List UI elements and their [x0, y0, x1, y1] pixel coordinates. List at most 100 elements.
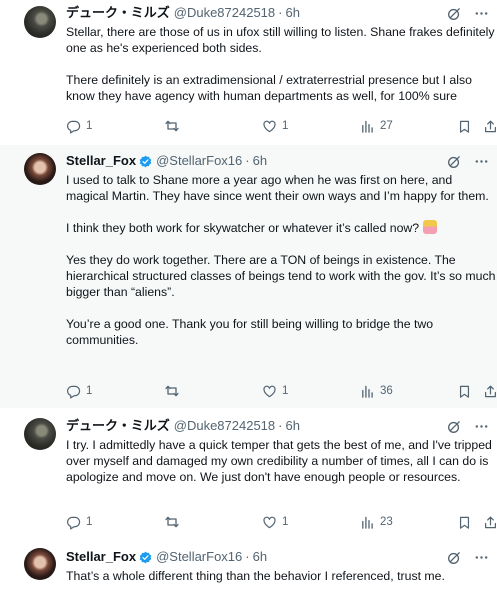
user-handle[interactable]: @StellarFox16 — [156, 549, 242, 565]
verified-badge-icon — [139, 155, 152, 168]
retweet-button[interactable] — [164, 118, 185, 134]
share-icon — [483, 119, 497, 134]
like-button[interactable]: 1 — [262, 384, 288, 399]
bookmark-icon — [457, 119, 472, 134]
reply-button[interactable]: 1 — [66, 515, 92, 530]
action-bar: 1 1 36 — [66, 383, 489, 399]
tweet-paragraph: I used to talk to Shane more a year ago … — [66, 173, 489, 203]
retweet-icon — [164, 118, 180, 134]
reply-icon — [66, 384, 81, 399]
shrug-emoji-icon — [422, 220, 437, 234]
bookmark-button[interactable] — [457, 384, 472, 399]
bookmark-icon — [457, 515, 472, 530]
display-name[interactable]: Stellar_Fox — [66, 549, 136, 565]
verified-badge-icon — [139, 551, 152, 564]
header-actions — [447, 549, 489, 565]
more-icon[interactable] — [474, 154, 489, 169]
reply-button[interactable]: 1 — [66, 119, 92, 134]
grok-icon[interactable] — [447, 154, 462, 169]
share-icon — [483, 515, 497, 530]
views-button[interactable]: 27 — [360, 119, 393, 134]
retweet-button[interactable] — [164, 383, 185, 399]
tweet[interactable]: デューク・ミルズ @Duke87242518 · 6h I try. I adm… — [0, 408, 497, 542]
more-icon[interactable] — [474, 6, 489, 21]
header-actions — [447, 418, 489, 434]
tweet-paragraph: There definitely is an extradimensional … — [66, 73, 472, 103]
like-button[interactable]: 1 — [262, 515, 288, 530]
tweet[interactable]: Stellar_Fox @StellarFox16 · 6h That’s a … — [0, 542, 497, 597]
action-bar: 1 1 27 — [66, 118, 489, 134]
share-button[interactable] — [483, 119, 497, 134]
heart-icon — [262, 515, 277, 530]
display-name[interactable]: Stellar_Fox — [66, 153, 136, 169]
timestamp[interactable]: 6h — [285, 418, 299, 434]
tweet-paragraph: That’s a whole different thing than the … — [66, 569, 445, 583]
reply-button[interactable]: 1 — [66, 384, 92, 399]
tweet-paragraph: Yes they do work together. There are a T… — [66, 253, 496, 299]
separator: · — [245, 153, 250, 168]
avatar[interactable] — [24, 418, 56, 450]
header-actions — [447, 153, 489, 169]
tweet-paragraph: I try. I admittedly have a quick temper … — [66, 438, 492, 484]
views-button[interactable]: 36 — [360, 384, 393, 399]
timestamp[interactable]: 6h — [285, 5, 299, 21]
header-actions — [447, 5, 489, 21]
reply-icon — [66, 515, 81, 530]
user-handle[interactable]: @Duke87242518 — [174, 418, 275, 434]
display-name[interactable]: デューク・ミルズ — [66, 418, 170, 434]
grok-icon[interactable] — [447, 419, 462, 434]
tweet-paragraph: Stellar, there are those of us in ufox s… — [66, 25, 495, 55]
bookmark-icon — [457, 384, 472, 399]
bookmark-button[interactable] — [457, 515, 472, 530]
reply-count: 1 — [86, 385, 93, 397]
timestamp[interactable]: 6h — [253, 153, 267, 169]
tweet-header: デューク・ミルズ @Duke87242518 · 6h — [66, 5, 300, 21]
tweet-paragraph: I think they both work for skywatcher or… — [66, 220, 496, 236]
avatar[interactable] — [24, 153, 56, 185]
display-name[interactable]: デューク・ミルズ — [66, 5, 170, 21]
grok-icon[interactable] — [447, 550, 462, 565]
views-button[interactable]: 23 — [360, 515, 393, 530]
tweet-text: I used to talk to Shane more a year ago … — [66, 172, 496, 348]
action-bar: 1 1 23 — [66, 514, 489, 530]
tweet[interactable]: Stellar_Fox @StellarFox16 · 6h I used to… — [0, 145, 497, 408]
separator: · — [278, 5, 283, 20]
tweet-header: デューク・ミルズ @Duke87242518 · 6h — [66, 418, 300, 434]
tweet[interactable]: デューク・ミルズ @Duke87242518 · 6h Stellar, the… — [0, 0, 497, 145]
user-handle[interactable]: @StellarFox16 — [156, 153, 242, 169]
reply-count: 1 — [86, 516, 93, 528]
heart-icon — [262, 384, 277, 399]
view-count: 23 — [380, 516, 393, 528]
bookmark-button[interactable] — [457, 119, 472, 134]
reply-icon — [66, 119, 81, 134]
like-count: 1 — [282, 516, 289, 528]
share-icon — [483, 384, 497, 399]
like-button[interactable]: 1 — [262, 119, 288, 134]
more-icon[interactable] — [474, 550, 489, 565]
separator: · — [278, 418, 283, 433]
retweet-icon — [164, 514, 180, 530]
view-count: 27 — [380, 120, 393, 132]
tweet-header: Stellar_Fox @StellarFox16 · 6h — [66, 549, 267, 565]
share-button[interactable] — [483, 384, 497, 399]
tweet-header: Stellar_Fox @StellarFox16 · 6h — [66, 153, 267, 169]
views-icon — [360, 119, 375, 134]
avatar[interactable] — [24, 548, 56, 580]
views-icon — [360, 384, 375, 399]
retweet-button[interactable] — [164, 514, 185, 530]
share-button[interactable] — [483, 515, 497, 530]
heart-icon — [262, 119, 277, 134]
timestamp[interactable]: 6h — [253, 549, 267, 565]
tweet-paragraph: You’re a good one. Thank you for still b… — [66, 317, 434, 347]
tweet-text: That’s a whole different thing than the … — [66, 568, 496, 584]
reply-count: 1 — [86, 120, 93, 132]
tweet-text: Stellar, there are those of us in ufox s… — [66, 24, 496, 104]
user-handle[interactable]: @Duke87242518 — [174, 5, 275, 21]
views-icon — [360, 515, 375, 530]
tweet-paragraph-text: I think they both work for skywatcher or… — [66, 221, 420, 235]
like-count: 1 — [282, 120, 289, 132]
more-icon[interactable] — [474, 419, 489, 434]
retweet-icon — [164, 383, 180, 399]
avatar[interactable] — [24, 6, 56, 38]
grok-icon[interactable] — [447, 6, 462, 21]
